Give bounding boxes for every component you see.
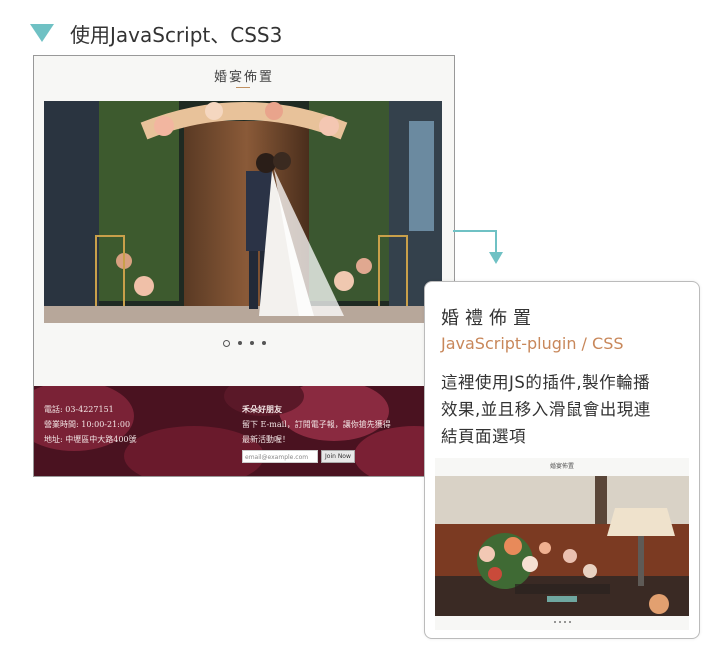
connector-line-vertical (495, 230, 497, 252)
website-screenshot: 婚宴佈置 電話: 03-4227151 營業時間: 10:00-21:00 地址… (33, 55, 455, 477)
newsletter-text: 留下 E-mail，訂閱電子報，讓你搶先獲得 (242, 420, 391, 429)
mini-carousel-dots (435, 621, 689, 623)
hover-preview-screenshot: 婚宴佈置 (435, 458, 689, 630)
address-text: 地址: 中壢區中大路400號 (44, 435, 137, 444)
carousel-photo[interactable] (44, 101, 442, 323)
carousel-dot[interactable] (568, 621, 571, 623)
carousel-dot[interactable] (222, 340, 230, 347)
carousel-dot[interactable] (553, 621, 556, 623)
email-input[interactable]: email@example.com (242, 450, 318, 463)
carousel-dot[interactable] (237, 341, 242, 345)
mini-site-title: 婚宴佈置 (549, 463, 574, 470)
card-description-line: 結頁面選項 (441, 427, 526, 446)
carousel-dots (34, 340, 454, 347)
card-subtitle: JavaScript-plugin / CSS (441, 334, 624, 353)
card-description-line: 這裡使用JS的插件,製作輪播 (441, 373, 651, 392)
carousel-dot[interactable] (563, 621, 566, 623)
contact-info: 電話: 03-4227151 營業時間: 10:00-21:00 地址: 中壢區… (44, 402, 137, 447)
card-title: 婚禮佈置 (441, 308, 537, 329)
title-underline (236, 87, 250, 88)
carousel-dot[interactable] (261, 341, 266, 345)
phone-text: 電話: 03-4227151 (44, 405, 114, 414)
site-footer: 電話: 03-4227151 營業時間: 10:00-21:00 地址: 中壢區… (34, 386, 454, 476)
email-form: email@example.com Join Now (242, 450, 442, 463)
wedding-photo (44, 101, 442, 323)
section-heading: 使用JavaScript、CSS3 (30, 18, 282, 48)
hours-text: 營業時間: 10:00-21:00 (44, 420, 131, 429)
carousel-dot[interactable] (249, 341, 254, 345)
card-description-line: 效果,並且移入滑鼠會出現連 (441, 400, 651, 419)
flower-photo[interactable] (435, 476, 689, 616)
card-description: 這裡使用JS的插件,製作輪播 效果,並且移入滑鼠會出現連 結頁面選項 (441, 369, 693, 450)
connector-line (453, 230, 497, 232)
callout-card: 婚禮佈置 JavaScript-plugin / CSS 這裡使用JS的插件,製… (424, 281, 700, 639)
carousel-dot[interactable] (558, 621, 561, 623)
join-button[interactable]: Join Now (321, 450, 355, 463)
newsletter-title: 禾朵好朋友 (242, 404, 282, 414)
triangle-marker-icon (30, 24, 54, 42)
newsletter-text-2: 最新活動喔！ (242, 435, 290, 444)
newsletter: 禾朵好朋友 留下 E-mail，訂閱電子報，讓你搶先獲得 最新活動喔！ emai… (242, 402, 442, 463)
site-title: 婚宴佈置 (213, 70, 274, 85)
section-heading-text: 使用JavaScript、CSS3 (70, 22, 283, 47)
arrow-down-icon (489, 252, 503, 264)
